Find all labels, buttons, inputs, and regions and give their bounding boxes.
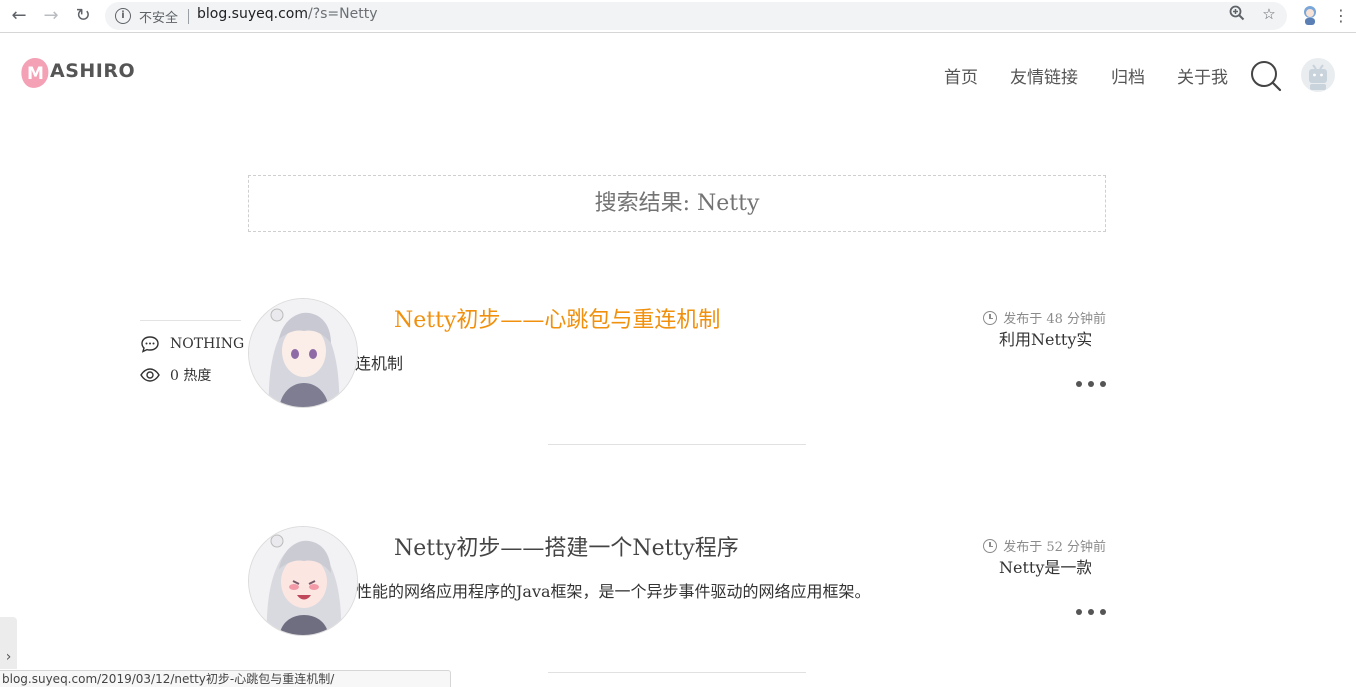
post-divider: [548, 672, 806, 673]
post-date-text: 发布于 52 分钟前: [1003, 540, 1106, 555]
view-count: 0 热度: [170, 368, 212, 384]
back-button[interactable]: ←: [8, 6, 30, 26]
tv-robot-icon: [1309, 64, 1327, 90]
separator: [188, 9, 189, 24]
nav-item-archive[interactable]: 归档: [1111, 63, 1145, 88]
post-side-excerpt: 利用Netty实: [999, 330, 1091, 349]
info-icon[interactable]: i: [115, 8, 131, 24]
kebab-menu-icon[interactable]: ⋮: [1333, 5, 1349, 27]
eye-icon: [140, 368, 160, 382]
url-text[interactable]: blog.suyeq.com/?s=Netty: [197, 6, 378, 22]
post-title[interactable]: Netty初步——搭建一个Netty程序: [394, 530, 739, 562]
post-title[interactable]: Netty初步——心跳包与重连机制: [394, 302, 720, 334]
browser-status-bar: blog.suyeq.com/2019/03/12/netty初步-心跳包与重连…: [0, 670, 451, 687]
forward-button[interactable]: →: [40, 6, 62, 26]
post-date: 发布于 52 分钟前: [983, 536, 1106, 555]
post-excerpt[interactable]: 连机制: [355, 350, 403, 374]
comment-icon: [141, 336, 159, 353]
post-excerpt[interactable]: 高性能的网络应用程序的Java框架，是一个异步事件驱动的网络应用框架。: [340, 578, 871, 602]
star-icon[interactable]: ☆: [1259, 4, 1279, 24]
anime-girl-image: [249, 527, 357, 635]
site-logo[interactable]: M ASHIRO: [18, 54, 148, 94]
post-card[interactable]: 高性能的网络应用程序的Java框架，是一个异步事件驱动的网络应用框架。 Nett…: [0, 526, 1356, 687]
logo-letter: M: [27, 64, 44, 84]
clock-icon: [983, 538, 998, 553]
post-date: 发布于 48 分钟前: [983, 308, 1106, 327]
more-icon[interactable]: [1076, 378, 1110, 390]
search-results-title: 搜索结果: Netty: [248, 175, 1106, 232]
user-avatar[interactable]: [1301, 58, 1335, 92]
zoom-icon[interactable]: [1227, 4, 1247, 24]
comment-count[interactable]: NOTHING: [170, 336, 244, 352]
post-date-text: 发布于 48 分钟前: [1003, 312, 1106, 327]
post-divider: [548, 444, 806, 445]
url-host: blog.suyeq.com: [197, 6, 308, 22]
nav-item-home[interactable]: 首页: [944, 63, 978, 88]
logo-text: ASHIRO: [50, 60, 136, 82]
clock-icon: [983, 310, 998, 325]
nav-item-friend-links[interactable]: 友情链接: [1010, 63, 1078, 88]
post-thumbnail[interactable]: [248, 298, 358, 408]
logo-mark-icon: M: [21, 58, 49, 88]
address-bar[interactable]: i 不安全 blog.suyeq.com/?s=Netty: [105, 2, 1287, 30]
anime-girl-image: [249, 299, 357, 407]
security-label[interactable]: 不安全: [139, 7, 178, 26]
post-thumbnail[interactable]: [248, 526, 358, 636]
nav-item-about[interactable]: 关于我: [1177, 63, 1228, 88]
url-path: /?s=Netty: [307, 6, 378, 22]
post-side-excerpt: Netty是一款: [999, 558, 1091, 577]
more-icon[interactable]: [1076, 606, 1110, 618]
profile-avatar-icon[interactable]: [1300, 4, 1320, 26]
chevron-right-icon[interactable]: ›: [0, 617, 17, 669]
search-icon[interactable]: [1250, 60, 1282, 92]
browser-toolbar: ← → ↻ i 不安全 blog.suyeq.com/?s=Netty ☆ ⋮: [0, 0, 1356, 33]
post-meta-panel: NOTHING 0 热度: [140, 320, 244, 390]
reload-button[interactable]: ↻: [72, 6, 94, 26]
